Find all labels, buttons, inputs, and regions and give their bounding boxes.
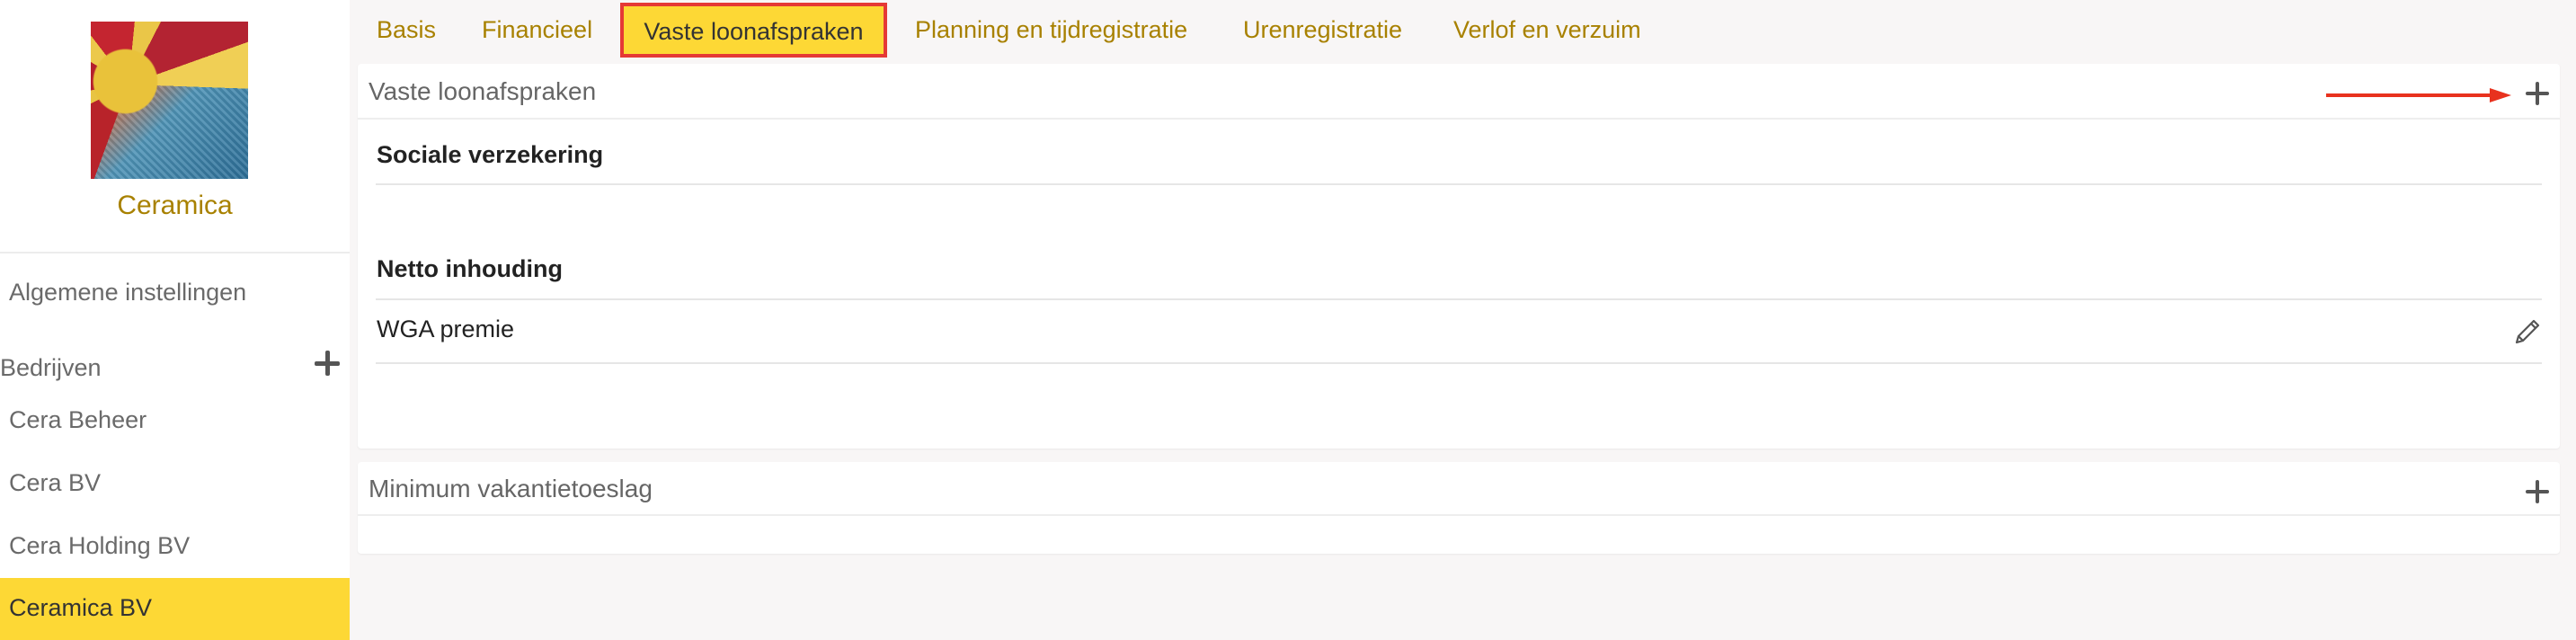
arrow-icon xyxy=(2326,88,2511,102)
divider xyxy=(358,514,2560,516)
min-holiday-card: Minimum vakantietoeslag xyxy=(358,462,2560,554)
tab-basis[interactable]: Basis xyxy=(377,16,436,44)
divider xyxy=(358,118,2560,120)
pencil-icon[interactable] xyxy=(2511,316,2544,348)
sidebar-item-ceramica-bv[interactable]: Ceramica BV xyxy=(0,578,350,640)
sidebar-item-label: Ceramica BV xyxy=(9,594,153,621)
tab-urenregistratie[interactable]: Urenregistratie xyxy=(1243,16,1402,44)
company-name: Ceramica xyxy=(117,191,233,220)
sidebar: Ceramica Algemene instellingen Bedrijven… xyxy=(0,0,350,640)
sidebar-item-cera-beheer[interactable]: Cera Beheer xyxy=(9,406,147,434)
section-heading-social-insurance: Sociale verzekering xyxy=(377,141,604,168)
divider xyxy=(376,362,2542,364)
tab-verlof-en-verzuim[interactable]: Verlof en verzuim xyxy=(1453,16,1641,44)
add-holiday-plus-icon[interactable] xyxy=(2526,480,2549,503)
companies-heading: Bedrijven xyxy=(0,354,102,381)
company-logo xyxy=(91,22,248,179)
sidebar-divider xyxy=(0,252,350,253)
divider xyxy=(376,183,2542,185)
tab-planning-en-tijdregistratie[interactable]: Planning en tijdregistratie xyxy=(915,16,1187,44)
card-title: Minimum vakantietoeslag xyxy=(369,475,653,502)
sidebar-item-cera-holding-bv[interactable]: Cera Holding BV xyxy=(9,532,190,560)
general-settings-link[interactable]: Algemene instellingen xyxy=(9,279,246,307)
sidebar-item-cera-bv[interactable]: Cera BV xyxy=(9,469,101,497)
card-title: Vaste loonafspraken xyxy=(369,77,597,105)
add-company-plus-icon[interactable] xyxy=(315,351,340,376)
divider xyxy=(376,298,2542,300)
fixed-agreements-card: Vaste loonafspraken Sociale verzekering … xyxy=(358,64,2560,449)
add-agreement-plus-icon[interactable] xyxy=(2526,82,2549,105)
tab-financieel[interactable]: Financieel xyxy=(482,16,592,44)
tab-vaste-loonafspraken[interactable]: Vaste loonafspraken xyxy=(620,3,887,58)
list-item: WGA premie xyxy=(377,316,515,342)
section-heading-net-deduction: Netto inhouding xyxy=(377,255,563,282)
tab-label: Vaste loonafspraken xyxy=(644,18,864,45)
